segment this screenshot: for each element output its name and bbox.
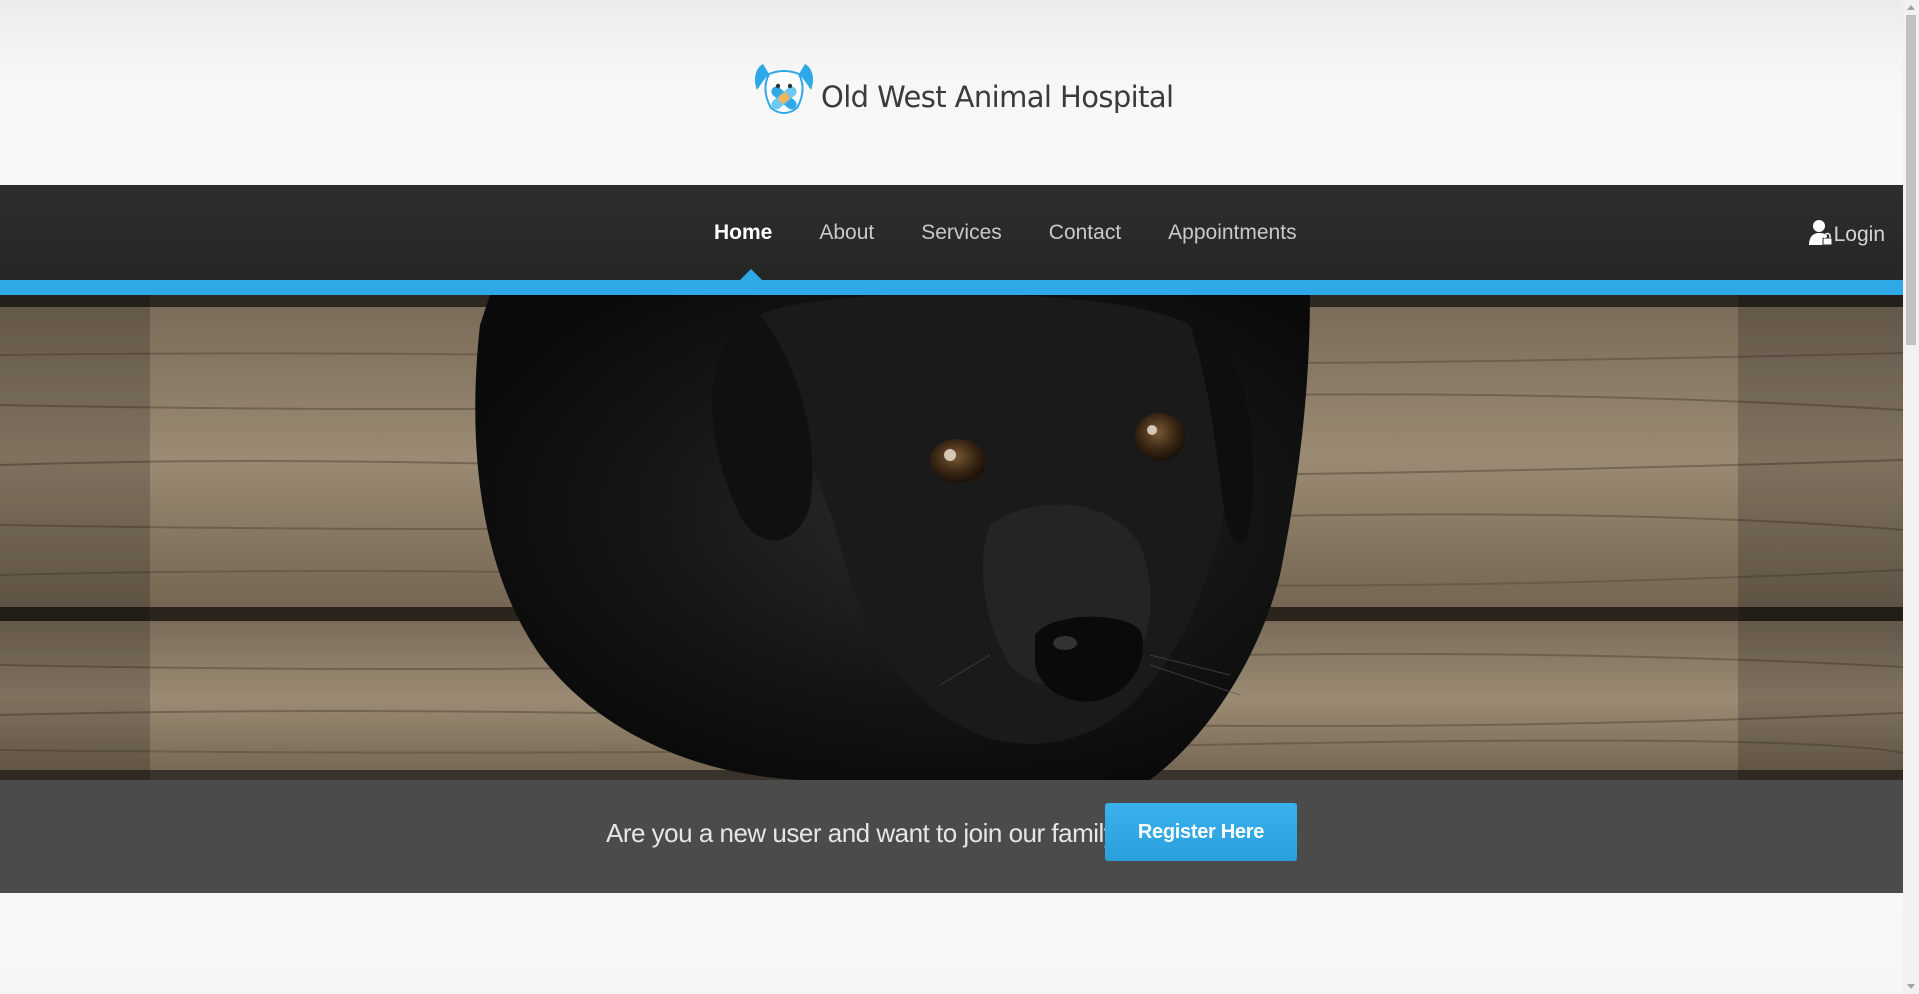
- accent-bar: [0, 280, 1903, 295]
- nav-item-contact[interactable]: Contact: [1049, 221, 1121, 245]
- scroll-up-arrow-icon[interactable]: [1907, 5, 1915, 10]
- nav-item-appointments[interactable]: Appointments: [1168, 221, 1296, 245]
- register-cta: Are you a new user and want to join our …: [0, 780, 1903, 893]
- scroll-down-arrow-icon[interactable]: [1907, 984, 1915, 989]
- nav-links: Home About Services Contact Appointments: [714, 185, 1344, 280]
- nav-item-home[interactable]: Home: [714, 221, 772, 245]
- site-header: Old West Animal Hospital: [0, 0, 1903, 185]
- nav-item-about[interactable]: About: [819, 221, 874, 245]
- nav-item-services[interactable]: Services: [921, 221, 1002, 245]
- vertical-scrollbar[interactable]: [1903, 0, 1919, 994]
- scrollbar-thumb[interactable]: [1906, 15, 1916, 345]
- hero-banner: [0, 295, 1903, 780]
- site-logo[interactable]: Old West Animal Hospital: [753, 60, 1174, 120]
- user-lock-icon: [1808, 220, 1833, 246]
- login-label: Login: [1833, 223, 1885, 246]
- site-title: Old West Animal Hospital: [821, 80, 1174, 114]
- active-nav-indicator: [740, 269, 762, 280]
- paw-logo-icon: [755, 64, 813, 114]
- register-button[interactable]: Register Here: [1105, 803, 1297, 861]
- main-navigation: Home About Services Contact Appointments…: [0, 185, 1903, 280]
- login-link[interactable]: Login: [1808, 219, 1885, 247]
- page: Old West Animal Hospital Home About Serv…: [0, 0, 1903, 994]
- cta-text: Are you a new user and want to join our …: [606, 818, 1131, 848]
- hero-puppy-image: [0, 295, 1903, 780]
